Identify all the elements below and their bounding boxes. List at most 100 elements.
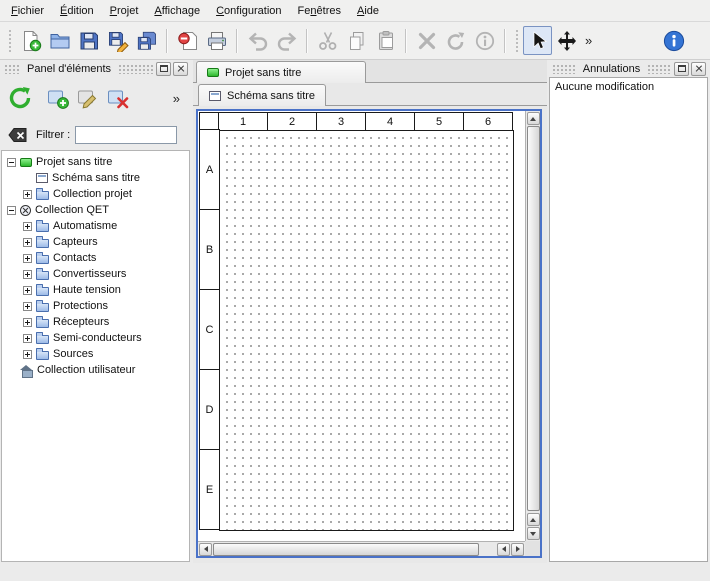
menu-aide[interactable]: Aide — [349, 1, 387, 21]
new-element-button[interactable] — [43, 83, 73, 113]
delete-element-button[interactable] — [103, 83, 133, 113]
tree-item-haute-tension[interactable]: Haute tension — [2, 282, 189, 298]
about-button[interactable] — [659, 26, 688, 55]
cut-button[interactable] — [313, 26, 342, 55]
expand-expander-icon[interactable] — [23, 350, 32, 359]
tree-item-capteurs[interactable]: Capteurs — [2, 234, 189, 250]
save-all-button[interactable] — [132, 26, 161, 55]
clear-filter-button[interactable] — [5, 123, 31, 147]
collapse-expander-icon[interactable] — [7, 206, 16, 215]
tree-item-collection-utilisateur[interactable]: Collection utilisateur — [2, 362, 189, 378]
tree-item-label: Sources — [53, 348, 93, 360]
tree-item-label: Automatisme — [53, 220, 117, 232]
menu-fichier[interactable]: Fichier — [3, 1, 52, 21]
print-button[interactable] — [202, 26, 231, 55]
scroll-up-button[interactable] — [527, 513, 540, 526]
folder-icon — [36, 351, 49, 360]
tree-item-collection-projet[interactable]: Collection projet — [2, 186, 189, 202]
filter-input[interactable] — [75, 126, 177, 144]
tree-item-semi-conducteurs[interactable]: Semi-conducteurs — [2, 330, 189, 346]
tab-projet-sans-titre[interactable]: Projet sans titre — [196, 61, 366, 83]
toolbar-overflow-button[interactable]: » — [581, 33, 596, 48]
expand-expander-icon[interactable] — [23, 334, 32, 343]
element-information-button[interactable] — [470, 26, 499, 55]
new-project-button[interactable] — [16, 26, 45, 55]
save-as-button[interactable] — [103, 26, 132, 55]
delete-button[interactable] — [412, 26, 441, 55]
rotate-button[interactable] — [441, 26, 470, 55]
tree-item-label: Collection projet — [53, 188, 132, 200]
undo-button[interactable] — [243, 26, 272, 55]
menu-label: Fe — [298, 5, 311, 17]
scroll-left-button[interactable] — [497, 543, 510, 556]
schema-icon — [36, 173, 48, 183]
tab-schema-sans-titre[interactable]: Schéma sans titre — [198, 84, 326, 106]
menu-configuration[interactable]: Configuration — [208, 1, 289, 21]
undo-icon — [247, 30, 269, 52]
undo-dock-titlebar[interactable]: Annulations — [548, 60, 709, 77]
tree-item-collection-qet[interactable]: Collection QET — [2, 202, 189, 218]
float-icon — [160, 65, 168, 72]
folder-icon — [36, 271, 49, 280]
vertical-scrollbar[interactable] — [525, 111, 540, 541]
panel-toolbar-overflow-button[interactable]: » — [169, 91, 184, 106]
scroll-up-button[interactable] — [527, 112, 540, 125]
save-button[interactable] — [74, 26, 103, 55]
tree-item-recepteurs[interactable]: Récepteurs — [2, 314, 189, 330]
close-file-button[interactable] — [173, 26, 202, 55]
tab-label: Schéma sans titre — [227, 90, 315, 102]
expand-expander-icon[interactable] — [23, 270, 32, 279]
menu-affichage[interactable]: Affichage — [146, 1, 208, 21]
column-header-cell: 3 — [316, 112, 366, 131]
collapse-expander-icon[interactable] — [7, 158, 16, 167]
dock-float-button[interactable] — [674, 62, 689, 76]
edit-element-button[interactable] — [73, 83, 103, 113]
tree-item-sources[interactable]: Sources — [2, 346, 189, 362]
tree-item-automatisme[interactable]: Automatisme — [2, 218, 189, 234]
tree-item-convertisseurs[interactable]: Convertisseurs — [2, 266, 189, 282]
tree-item-protections[interactable]: Protections — [2, 298, 189, 314]
tree-item-projet-sans-titre[interactable]: Projet sans titre — [2, 154, 189, 170]
tree-item-label: Semi-conducteurs — [53, 332, 142, 344]
toolbar-handle[interactable] — [7, 28, 13, 54]
expand-expander-icon[interactable] — [23, 286, 32, 295]
expand-expander-icon[interactable] — [23, 190, 32, 199]
elements-panel-titlebar[interactable]: Panel d'éléments — [0, 60, 191, 77]
expand-expander-icon[interactable] — [23, 302, 32, 311]
pan-tool-button[interactable] — [552, 26, 581, 55]
menu-projet[interactable]: Projet — [102, 1, 147, 21]
copy-button[interactable] — [342, 26, 371, 55]
expand-expander-icon[interactable] — [23, 254, 32, 263]
close-file-icon — [177, 30, 199, 52]
diagram-grid[interactable] — [219, 130, 514, 531]
tree-item-schema-sans-titre[interactable]: Schéma sans titre — [2, 170, 189, 186]
folder-icon — [36, 287, 49, 296]
paste-button[interactable] — [371, 26, 400, 55]
scroll-down-button[interactable] — [527, 527, 540, 540]
scroll-right-button[interactable] — [511, 543, 524, 556]
undo-history-list[interactable]: Aucune modification — [549, 77, 708, 562]
vertical-scroll-thumb[interactable] — [527, 126, 540, 511]
toolbar-handle[interactable] — [514, 28, 520, 54]
menu-edition[interactable]: Édition — [52, 1, 102, 21]
dock-close-button[interactable] — [691, 62, 706, 76]
expand-expander-icon[interactable] — [23, 318, 32, 327]
open-project-button[interactable] — [45, 26, 74, 55]
horizontal-scrollbar[interactable] — [198, 541, 525, 556]
dock-close-button[interactable] — [173, 62, 188, 76]
menu-label: rojet — [117, 5, 138, 17]
redo-button[interactable] — [272, 26, 301, 55]
project-window: Schéma sans titre 1 2 3 4 5 6 A — [193, 83, 547, 563]
dock-float-button[interactable] — [156, 62, 171, 76]
select-tool-button[interactable] — [523, 26, 552, 55]
scroll-left-button[interactable] — [199, 543, 212, 556]
reload-collections-button[interactable] — [5, 83, 35, 113]
diagram-canvas[interactable]: 1 2 3 4 5 6 A B C D E — [198, 111, 525, 541]
expand-expander-icon[interactable] — [23, 238, 32, 247]
menu-fenetres[interactable]: Fenêtres — [290, 1, 349, 21]
horizontal-scroll-thumb[interactable] — [213, 543, 479, 556]
expand-expander-icon[interactable] — [23, 222, 32, 231]
folder-icon — [36, 335, 49, 344]
tree-item-contacts[interactable]: Contacts — [2, 250, 189, 266]
tree-item-label: Collection QET — [35, 204, 109, 216]
